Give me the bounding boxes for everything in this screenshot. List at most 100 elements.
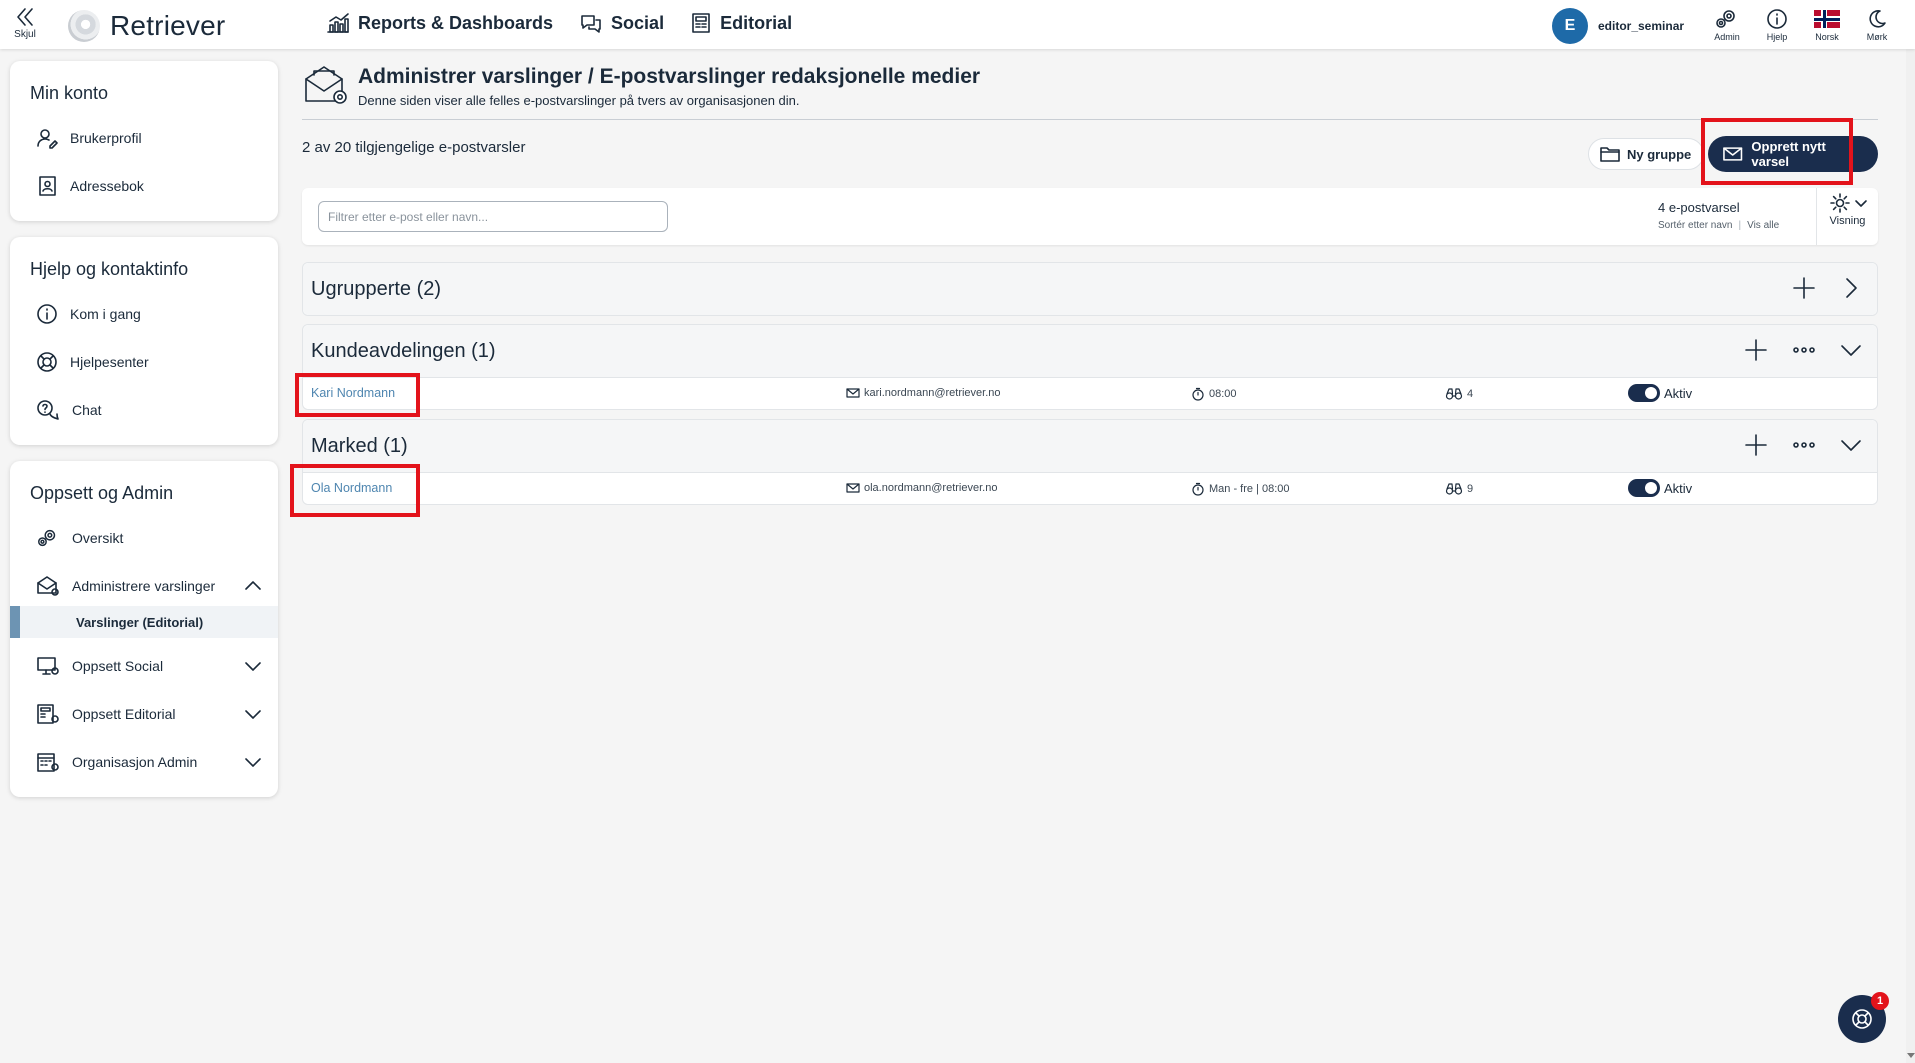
new-group-button[interactable]: Ny gruppe [1588,138,1705,170]
alert-recipient-name[interactable]: Kari Nordmann [311,386,395,400]
chevron-down-icon [245,758,261,767]
chevron-down-icon [245,662,261,671]
view-options-button[interactable]: Visning [1816,188,1878,245]
mail-icon [846,388,860,398]
group-title: Marked (1) [311,434,408,457]
sidebar-item-overview[interactable]: Oversikt [10,514,278,562]
create-alert-label: Opprett nytt varsel [1751,139,1826,169]
support-chat-button[interactable]: 1 [1838,992,1889,1043]
active-toggle[interactable] [1628,384,1660,402]
alert-searches: 9 [1445,482,1473,496]
more-options-icon[interactable] [1791,432,1817,458]
setup-admin-card: Oppsett og Admin Oversikt Administrere v… [10,461,278,797]
sidebar-item-label: Oversikt [72,530,124,546]
norway-flag-icon [1814,10,1840,28]
sort-by-name-link[interactable]: Sortér etter navn [1658,220,1732,231]
searches-count: 9 [1467,483,1474,495]
view-options-label: Visning [1829,215,1866,227]
retriever-logo-mark-icon [68,10,100,42]
email-text: ola.nordmann@retriever.no [864,482,998,494]
dark-mode-button[interactable]: Mørk [1852,8,1902,42]
new-group-label: Ny gruppe [1627,146,1692,162]
group-title: Ugrupperte (2) [311,277,442,300]
sidebar-item-label: Oppsett Social [72,658,164,674]
sidebar-item-help-center[interactable]: Hjelpesenter [10,338,278,386]
sidebar-item-setup-social[interactable]: Oppsett Social [10,642,278,690]
schedule-text: Man - fre | 08:00 [1209,483,1290,495]
sidebar-item-alerts-editorial[interactable]: Varslinger (Editorial) [10,606,278,638]
filter-input[interactable] [318,201,668,232]
sidebar-item-label: Administrere varslinger [72,578,216,594]
sidebar-item-manage-alerts[interactable]: Administrere varslinger [10,562,278,610]
chevron-down-icon[interactable] [1839,337,1863,363]
plus-icon[interactable] [1743,337,1769,363]
username: editor_seminar [1598,19,1685,33]
sidebar-item-getting-started[interactable]: Kom i gang [10,290,278,338]
sidebar-item-setup-editorial[interactable]: Oppsett Editorial [10,690,278,738]
nav-reports-dashboards[interactable]: Reports & Dashboards [326,12,553,34]
more-options-icon[interactable] [1791,337,1817,363]
lifebuoy-icon [37,352,57,372]
chevron-right-icon[interactable] [1839,275,1863,301]
status-text: Aktiv [1664,385,1693,401]
alert-status: Aktiv [1628,384,1692,402]
group-kundeavdelingen: Kundeavdelingen (1) Kari Nordmann kari.n… [302,324,1878,410]
retriever-logo[interactable]: Retriever [68,10,225,42]
alert-email: ola.nordmann@retriever.no [846,482,997,494]
group-header[interactable]: Ugrupperte (2) [303,263,1877,315]
info-icon [1767,9,1787,29]
email-text: kari.nordmann@retriever.no [864,387,1001,399]
show-all-link[interactable]: Vis alle [1747,220,1779,231]
page-header: Administrer varslinger / E-postvarslinge… [302,63,980,108]
header-divider [302,119,1878,120]
help-label: Hjelp [1766,32,1788,42]
table-row[interactable]: Kari Nordmann kari.nordmann@retriever.no… [303,377,1877,409]
moon-icon [1869,10,1886,28]
chat-question-icon [37,400,59,420]
alert-total-count: 4 e-postvarsel [1658,200,1740,215]
active-toggle[interactable] [1628,479,1660,497]
group-actions [1743,432,1863,458]
sidebar-item-organisation-admin[interactable]: Organisasjon Admin [10,738,278,786]
sidebar-item-label: Chat [72,402,102,418]
user-menu[interactable]: E editor_seminar [1552,8,1684,44]
newspaper-icon [692,13,710,33]
sidebar-item-address-book[interactable]: Adressebok [10,162,278,210]
create-alert-button[interactable]: Opprett nytt varsel [1708,136,1878,172]
scroll-down-arrow-icon[interactable] [1907,1053,1915,1058]
language-button[interactable]: Norsk [1802,8,1852,42]
screen-gear-icon [37,657,59,675]
group-header[interactable]: Kundeavdelingen (1) [303,325,1877,377]
help-button[interactable]: Hjelp [1752,8,1802,42]
double-chevron-left-icon [17,8,33,26]
alert-schedule: Man - fre | 08:00 [1191,482,1290,496]
plus-icon[interactable] [1791,275,1817,301]
binoculars-icon [1445,388,1463,400]
group-ungrouped: Ugrupperte (2) [302,262,1878,316]
nav-reports-label: Reports & Dashboards [358,12,554,33]
account-card-title: Min konto [30,83,109,103]
page-description: Denne siden viser alle felles e-postvars… [358,93,800,108]
chat-bubbles-icon [581,15,601,33]
chevron-down-icon[interactable] [1839,432,1863,458]
group-actions [1791,275,1863,301]
top-actions: Admin Hjelp Norsk Mørk [1702,8,1902,42]
gears-icon [1716,10,1735,28]
sidebar-item-chat[interactable]: Chat [10,386,278,434]
admin-button[interactable]: Admin [1702,8,1752,42]
group-header[interactable]: Marked (1) [303,420,1877,472]
chevron-down-icon [1854,200,1867,207]
page-scrollbar[interactable] [1906,49,1915,1063]
nav-editorial[interactable]: Editorial [690,12,792,34]
hide-sidebar-button[interactable]: Skjul [10,6,40,40]
nav-social[interactable]: Social [579,12,664,34]
available-alerts-count: 2 av 20 tilgjengelige e-postvarsler [302,139,526,156]
table-row[interactable]: Ola Nordmann ola.nordmann@retriever.no M… [303,472,1877,504]
sort-controls: Sortér etter navn | Vis alle [1658,220,1780,231]
plus-icon[interactable] [1743,432,1769,458]
sidebar-item-user-profile[interactable]: Brukerprofil [10,114,278,162]
admin-label: Admin [1714,32,1740,42]
newspaper-gear-icon [37,704,59,724]
filter-bar: 4 e-postvarsel Sortér etter navn|Vis all… [302,188,1878,245]
alert-recipient-name[interactable]: Ola Nordmann [311,481,392,495]
